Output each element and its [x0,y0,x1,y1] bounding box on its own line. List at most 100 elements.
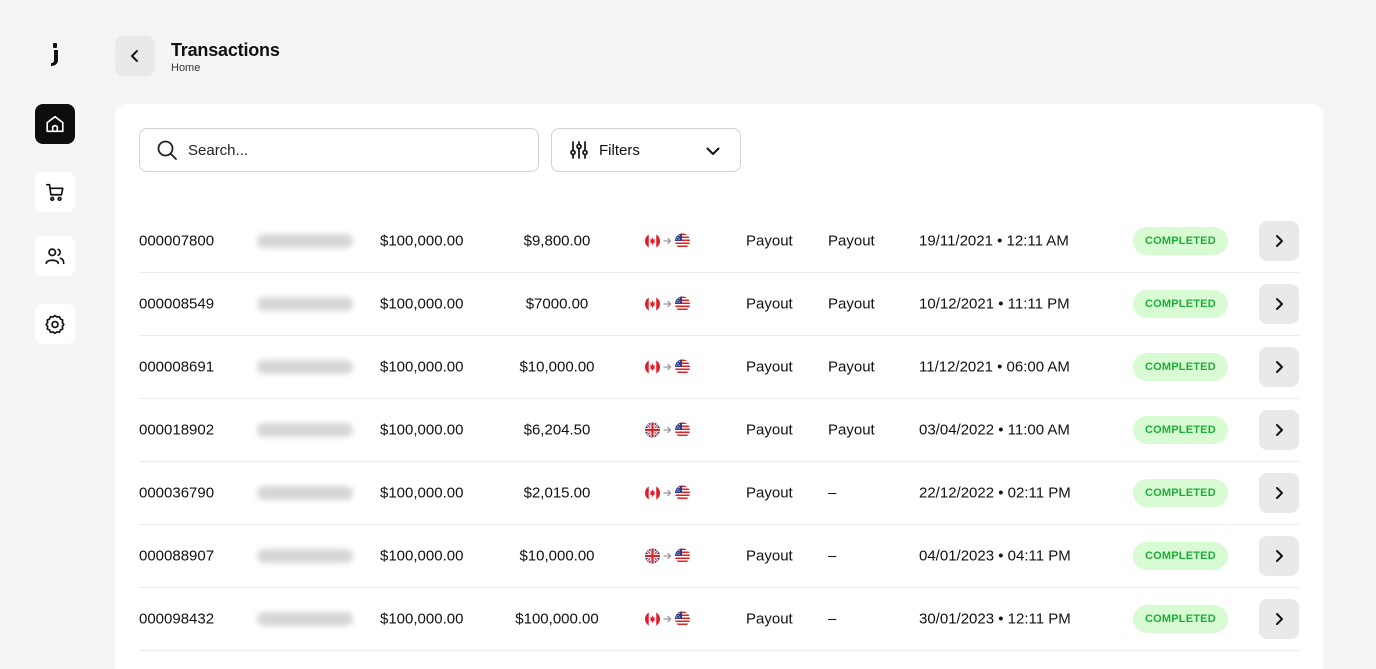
cart-icon [45,183,64,202]
status-badge: COMPLETED [1133,227,1228,255]
chevron-right-icon [1276,550,1283,562]
back-button[interactable] [115,36,155,76]
from-flag-icon [645,611,660,627]
sidebar-item-users[interactable] [35,236,75,276]
row-open-button[interactable] [1259,599,1299,639]
search-box[interactable] [139,128,539,172]
transaction-method: Payout [828,295,875,313]
currency-route [645,422,690,438]
transaction-id: 000098432 [139,610,215,628]
search-icon [157,140,177,160]
transaction-date: 11/12/2021 • 06:00 AM [919,358,1070,376]
transactions-list: 000007800 $100,000.00 $9,800.00 Payout P… [139,210,1299,651]
transaction-id: 000008549 [139,295,215,313]
redacted-field [257,612,353,626]
transaction-type: Payout [746,547,793,565]
transactions-card: Filters 000007800 $100,000.00 $9,800.00 … [115,104,1323,669]
chevron-right-icon [1276,424,1283,436]
transaction-type: Payout [746,610,793,628]
currency-route [645,485,690,501]
chevron-right-icon [1276,361,1283,373]
row-open-button[interactable] [1259,347,1299,387]
row-open-button[interactable] [1259,473,1299,513]
transaction-date: 30/01/2023 • 12:11 PM [919,610,1071,628]
status-badge: COMPLETED [1133,479,1228,507]
transaction-id: 000088907 [139,547,215,565]
from-flag-icon [645,548,660,564]
amount-sent: $100,000.00 [380,295,464,313]
transaction-method: Payout [828,358,875,376]
amount-received: $2,015.00 [523,484,591,502]
amount-sent: $100,000.00 [380,484,464,502]
arrow-right-icon [663,300,672,308]
from-flag-icon [645,233,660,249]
table-row[interactable]: 000098432 $100,000.00 $100,000.00 Payout… [139,588,1299,651]
users-icon [45,248,65,265]
transaction-id: 000008691 [139,358,215,376]
status-badge: COMPLETED [1133,605,1228,633]
to-flag-icon [675,485,690,501]
breadcrumb[interactable]: Home [171,62,200,74]
amount-received: $10,000.00 [519,358,595,376]
transaction-type: Payout [746,484,793,502]
redacted-field [257,486,353,500]
transaction-type: Payout [746,358,793,376]
amount-received: $100,000.00 [515,610,599,628]
transaction-method: – [828,547,837,565]
table-row[interactable]: 000018902 $100,000.00 $6,204.50 Payout P… [139,399,1299,462]
from-flag-icon [645,296,660,312]
transaction-method: Payout [828,232,875,250]
transaction-date: 22/12/2022 • 02:11 PM [919,484,1071,502]
amount-received: $6,204.50 [523,421,591,439]
amount-sent: $100,000.00 [380,232,464,250]
transaction-id: 000036790 [139,484,215,502]
transaction-type: Payout [746,232,793,250]
table-row[interactable]: 000008549 $100,000.00 $7000.00 Payout Pa… [139,273,1299,336]
transaction-method: – [828,484,837,502]
status-badge: COMPLETED [1133,353,1228,381]
brand-logo-icon[interactable] [45,40,65,70]
from-flag-icon [645,485,660,501]
page-title: Transactions [171,40,280,60]
arrow-right-icon [663,552,672,560]
gear-icon [45,314,65,335]
table-row[interactable]: 000036790 $100,000.00 $2,015.00 Payout –… [139,462,1299,525]
transaction-type: Payout [746,421,793,439]
amount-received: $7000.00 [525,295,589,313]
amount-received: $9,800.00 [523,232,591,250]
redacted-field [257,423,353,437]
row-open-button[interactable] [1259,536,1299,576]
to-flag-icon [675,296,690,312]
row-open-button[interactable] [1259,410,1299,450]
table-row[interactable]: 000007800 $100,000.00 $9,800.00 Payout P… [139,210,1299,273]
to-flag-icon [675,422,690,438]
table-row[interactable]: 000008691 $100,000.00 $10,000.00 Payout … [139,336,1299,399]
sidebar [0,0,110,669]
transaction-id: 000018902 [139,421,215,439]
sidebar-item-cart[interactable] [35,172,75,212]
arrow-right-icon [663,426,672,434]
table-row[interactable]: 000088907 $100,000.00 $10,000.00 Payout … [139,525,1299,588]
filters-dropdown[interactable]: Filters [551,128,741,172]
redacted-field [257,549,353,563]
from-flag-icon [645,422,660,438]
from-flag-icon [645,359,660,375]
search-input[interactable] [188,141,508,159]
arrow-right-icon [663,489,672,497]
amount-sent: $100,000.00 [380,547,464,565]
row-open-button[interactable] [1259,221,1299,261]
transaction-method: – [828,610,837,628]
transaction-type: Payout [746,295,793,313]
amount-received: $10,000.00 [519,547,595,565]
transaction-id: 000007800 [139,232,215,250]
filters-label: Filters [599,141,640,159]
chevron-right-icon [1276,613,1283,625]
currency-route [645,296,690,312]
sidebar-item-settings[interactable] [35,304,75,344]
sidebar-item-home[interactable] [35,104,75,144]
transaction-date: 10/12/2021 • 11:11 PM [919,295,1070,313]
amount-sent: $100,000.00 [380,358,464,376]
row-open-button[interactable] [1259,284,1299,324]
chevron-right-icon [1276,235,1283,247]
to-flag-icon [675,611,690,627]
